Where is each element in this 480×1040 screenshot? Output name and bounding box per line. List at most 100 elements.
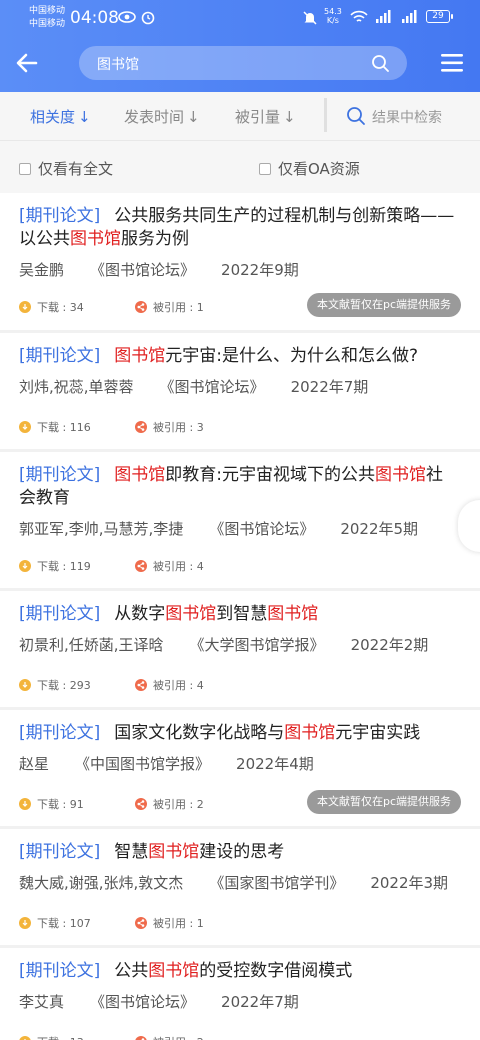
sort-relevance[interactable]: 相关度 ↓ xyxy=(30,106,91,127)
result-title[interactable]: [期刊论文] 公共服务共同生产的过程机制与创新策略——以公共图书馆服务为例 xyxy=(19,205,459,251)
title-text: 即教育:元宇宙视域下的公共 xyxy=(165,465,375,485)
download-icon xyxy=(19,421,31,433)
result-card[interactable]: [期刊论文] 智慧图书馆建设的思考 魏大威,谢强,张炜,敦文杰 《国家图书馆学刊》 20… xyxy=(0,829,480,945)
checkbox-full-text[interactable] xyxy=(19,163,31,175)
checkbox-oa[interactable] xyxy=(259,163,271,175)
result-meta: 郭亚军,李帅,马慧芳,李捷 《图书馆论坛》 2022年5期 xyxy=(19,518,444,539)
download-value: 91 xyxy=(69,798,84,811)
result-meta: 赵星 《中国图书馆学报》 2022年4期 xyxy=(19,753,340,774)
cited-value: 4 xyxy=(196,679,204,692)
search-input[interactable]: 图书馆 xyxy=(97,54,139,74)
result-card[interactable]: [期刊论文] 图书馆即教育:元宇宙视域下的公共图书馆社会教育 郭亚军,李帅,马慧芳,… xyxy=(0,452,480,588)
filter-full-text[interactable]: 仅看有全文 xyxy=(19,158,113,179)
title-text: 的受控数字借阅模式 xyxy=(199,961,353,981)
title-text: 元宇宙实践 xyxy=(335,723,421,743)
sort-citations-label: 被引量 xyxy=(235,108,281,126)
search-icon[interactable] xyxy=(371,54,389,72)
cited-label: 被引用 : xyxy=(153,1036,197,1040)
title-highlight: 图书馆 xyxy=(114,465,166,485)
result-title[interactable]: [期刊论文] 国家文化数字化战略与图书馆元宇宙实践 xyxy=(19,722,459,745)
download-label: 下载 : xyxy=(37,1036,70,1040)
result-journal: 《大学图书馆学报》 xyxy=(189,636,325,654)
result-card[interactable]: [期刊论文] 公共图书馆的受控数字借阅模式李艾真 《图书馆论坛》 2022年7期下载 … xyxy=(0,948,480,1040)
download-count: 下载 : 116 xyxy=(19,419,91,435)
cited-label: 被引用 : xyxy=(153,560,197,573)
download-icon xyxy=(19,560,31,572)
download-count: 下载 : 13 xyxy=(19,1034,84,1040)
download-count: 下载 : 119 xyxy=(19,558,91,574)
result-type-tag: [期刊论文] xyxy=(19,961,101,981)
download-value: 293 xyxy=(69,679,91,692)
filter-oa[interactable]: 仅看OA资源 xyxy=(259,158,360,179)
mute-bell-icon xyxy=(303,11,317,25)
result-issue: 2022年3期 xyxy=(370,874,449,892)
menu-button[interactable] xyxy=(440,52,464,74)
share-icon xyxy=(135,798,147,810)
title-highlight: 图书馆 xyxy=(114,346,166,366)
sort-publish-time[interactable]: 发表时间 ↓ xyxy=(124,106,200,127)
cited-value: 1 xyxy=(196,301,204,314)
filter-full-text-label: 仅看有全文 xyxy=(38,160,114,178)
result-meta: 李艾真 《图书馆论坛》 2022年7期 xyxy=(19,991,325,1012)
result-journal: 《中国图书馆学报》 xyxy=(75,755,211,773)
result-card[interactable]: [期刊论文] 图书馆元宇宙:是什么、为什么和怎么做? 刘炜,祝蕊,单蓉蓉 《图书馆论坛… xyxy=(0,333,480,449)
result-type-tag: [期刊论文] xyxy=(19,465,101,485)
result-type-tag: [期刊论文] xyxy=(19,723,101,743)
title-text: 国家文化数字化战略与 xyxy=(114,723,285,743)
download-label: 下载 : xyxy=(37,301,70,314)
arrow-down-icon: ↓ xyxy=(187,108,200,126)
result-card[interactable]: [期刊论文] 公共服务共同生产的过程机制与创新策略——以公共图书馆服务为例吴金鹏 《… xyxy=(0,193,480,330)
wifi-icon xyxy=(350,10,368,22)
title-highlight: 图书馆 xyxy=(165,604,217,624)
carrier-names: 中国移动 中国移动 xyxy=(29,5,65,31)
result-card[interactable]: [期刊论文] 从数字图书馆到智慧图书馆 初景利,任娇菡,王译晗 《大学图书馆学报》 20… xyxy=(0,591,480,707)
status-bar: 中国移动 中国移动 04:08 54.3 K/s 29 xyxy=(0,0,480,36)
download-count: 下载 : 34 xyxy=(19,299,84,315)
result-meta: 吴金鹏 《图书馆论坛》 2022年9期 xyxy=(19,259,325,280)
cited-count: 被引用 : 4 xyxy=(135,558,204,574)
filter-bar: 仅看有全文 仅看OA资源 xyxy=(0,140,480,193)
result-card[interactable]: [期刊论文] 国家文化数字化战略与图书馆元宇宙实践 赵星 《中国图书馆学报》 2022年… xyxy=(0,710,480,826)
cited-label: 被引用 : xyxy=(153,917,197,930)
result-authors: 初景利,任娇菡,王译晗 xyxy=(19,636,164,654)
back-button[interactable] xyxy=(14,48,42,78)
search-in-results-button[interactable]: 结果中检索 xyxy=(346,106,442,127)
result-title[interactable]: [期刊论文] 公共图书馆的受控数字借阅模式 xyxy=(19,960,459,983)
arrow-left-icon xyxy=(16,53,38,73)
cited-count: 被引用 : 1 xyxy=(135,299,204,315)
download-count: 下载 : 91 xyxy=(19,796,84,812)
result-title[interactable]: [期刊论文] 从数字图书馆到智慧图书馆 xyxy=(19,603,459,626)
result-title[interactable]: [期刊论文] 图书馆即教育:元宇宙视域下的公共图书馆社会教育 xyxy=(19,464,459,510)
download-label: 下载 : xyxy=(37,560,70,573)
arrow-down-icon: ↓ xyxy=(78,108,91,126)
sort-bar: 相关度 ↓ 发表时间 ↓ 被引量 ↓ 结果中检索 xyxy=(0,92,480,140)
cited-value: 2 xyxy=(197,1036,204,1040)
arrow-down-icon: ↓ xyxy=(283,108,296,126)
result-type-tag: [期刊论文] xyxy=(19,206,101,226)
pc-only-badge: 本文献暂仅在pc端提供服务 xyxy=(306,790,461,814)
download-label: 下载 : xyxy=(37,421,70,434)
carrier-2: 中国移动 xyxy=(29,19,66,29)
result-authors: 吴金鹏 xyxy=(19,261,65,279)
cited-count: 被引用 : 2 xyxy=(135,796,204,812)
search-in-results-label: 结果中检索 xyxy=(372,110,442,126)
result-title[interactable]: [期刊论文] 智慧图书馆建设的思考 xyxy=(19,841,459,864)
signal-2-icon xyxy=(402,10,417,23)
download-value: 13 xyxy=(70,1036,84,1040)
cited-count: 被引用 : 3 xyxy=(135,419,204,435)
result-journal: 《图书馆论坛》 xyxy=(209,520,315,538)
search-box[interactable]: 图书馆 xyxy=(79,46,407,80)
result-title[interactable]: [期刊论文] 图书馆元宇宙:是什么、为什么和怎么做? xyxy=(19,345,459,368)
cited-label: 被引用 : xyxy=(153,301,197,314)
cited-value: 2 xyxy=(196,798,204,811)
title-text: 元宇宙:是什么、为什么和怎么做? xyxy=(165,346,419,366)
download-label: 下载 : xyxy=(37,917,70,930)
result-type-tag: [期刊论文] xyxy=(19,842,101,862)
download-value: 119 xyxy=(69,560,91,573)
top-app-bar: 中国移动 中国移动 04:08 54.3 K/s 29 图书馆 xyxy=(0,0,480,92)
result-journal: 《图书馆论坛》 xyxy=(90,261,196,279)
result-type-tag: [期刊论文] xyxy=(19,346,101,366)
sort-citations[interactable]: 被引量 ↓ xyxy=(235,106,296,127)
alarm-icon xyxy=(141,11,155,25)
share-icon xyxy=(135,1036,147,1040)
